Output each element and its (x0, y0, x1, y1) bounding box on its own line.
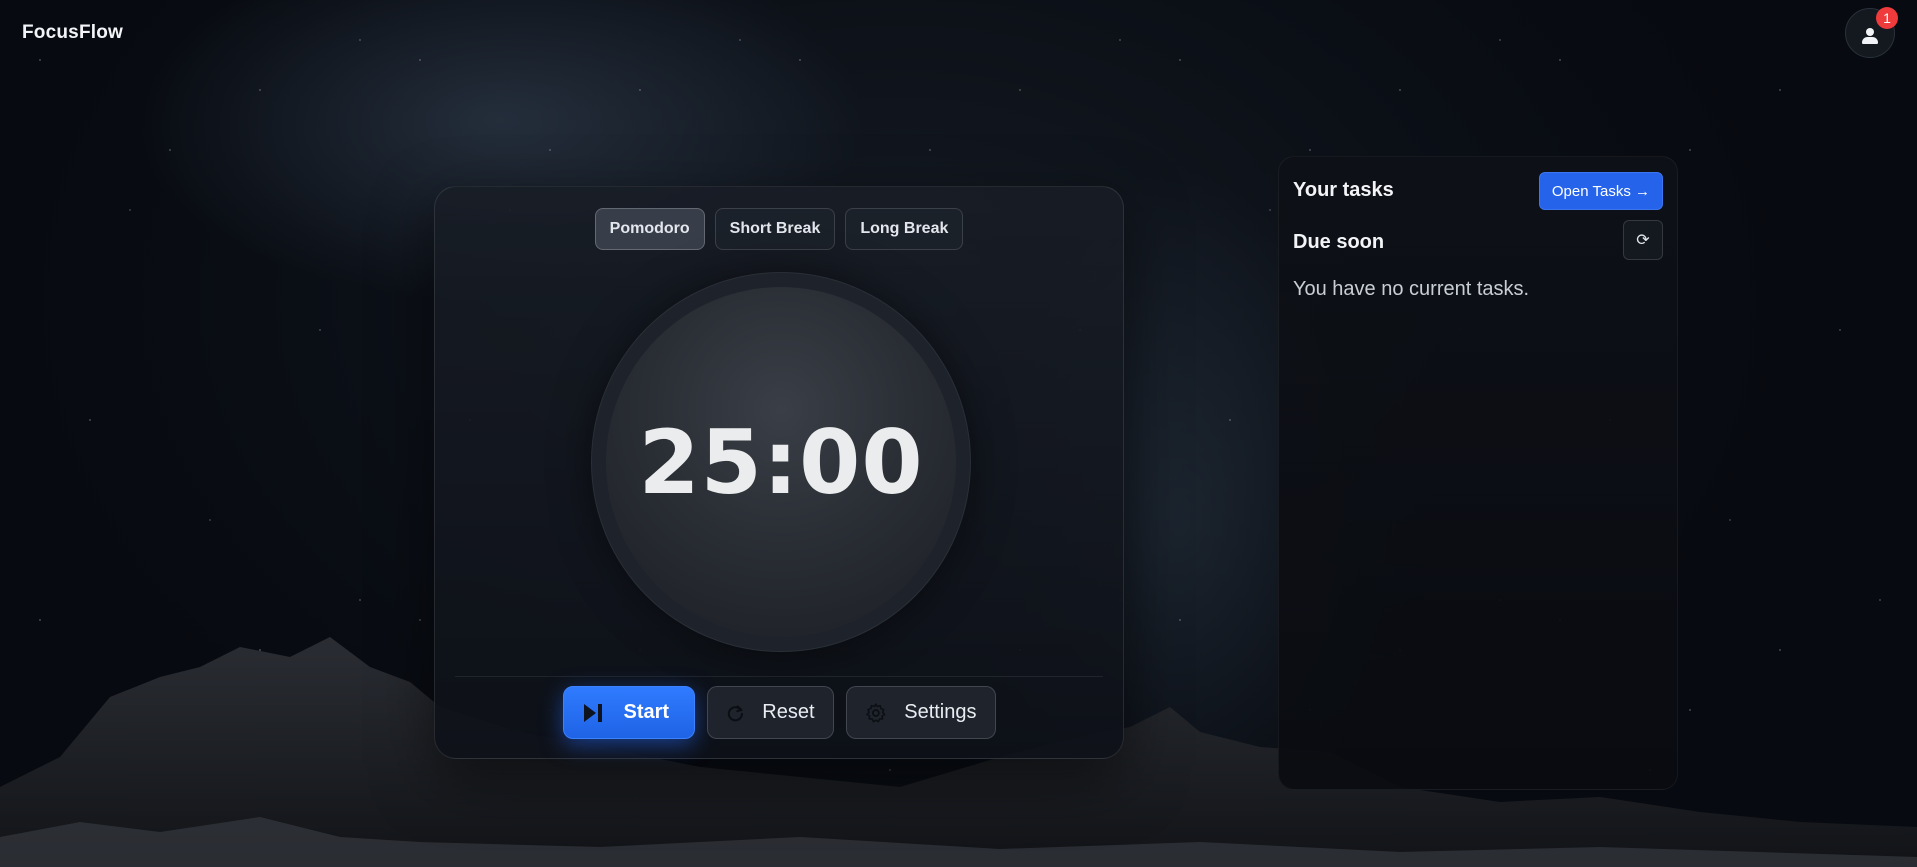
timer-card: Pomodoro Short Break Long Break 25:00 St… (434, 186, 1124, 759)
tab-short-break[interactable]: Short Break (714, 208, 836, 250)
reset-label: Reset (762, 701, 815, 723)
timer-dial: 25:00 (591, 272, 971, 652)
tasks-heading: Your tasks (1293, 179, 1394, 201)
notification-badge: 1 (1876, 7, 1898, 29)
start-button[interactable]: Start (562, 686, 695, 739)
app-logo[interactable]: FocusFlow (22, 22, 123, 44)
settings-label: Settings (904, 701, 977, 723)
empty-tasks-message: You have no current tasks. (1293, 278, 1530, 300)
user-icon (1861, 28, 1879, 46)
mode-tabs: Pomodoro Short Break Long Break (435, 208, 1123, 250)
tab-long-break[interactable]: Long Break (845, 208, 964, 250)
reset-icon (727, 704, 743, 721)
reset-button[interactable]: Reset (706, 686, 834, 739)
timer-face: 25:00 (606, 287, 956, 637)
refresh-button[interactable]: ⟳ (1623, 220, 1663, 260)
tasks-panel: Your tasks Open Tasks → Due soon ⟳ You h… (1278, 156, 1678, 790)
user-avatar-button[interactable]: 1 (1845, 7, 1898, 58)
time-display: 25:00 (638, 410, 924, 514)
divider (455, 676, 1103, 677)
gear-icon (865, 702, 885, 722)
open-tasks-button[interactable]: Open Tasks → (1538, 172, 1663, 210)
tab-pomodoro[interactable]: Pomodoro (594, 208, 705, 250)
start-label: Start (623, 701, 670, 723)
settings-button[interactable]: Settings (845, 686, 996, 739)
timer-controls: Start Reset Settings (435, 686, 1123, 739)
refresh-icon: ⟳ (1636, 232, 1650, 249)
play-skip-icon (583, 703, 602, 722)
due-soon-heading: Due soon (1293, 231, 1385, 253)
